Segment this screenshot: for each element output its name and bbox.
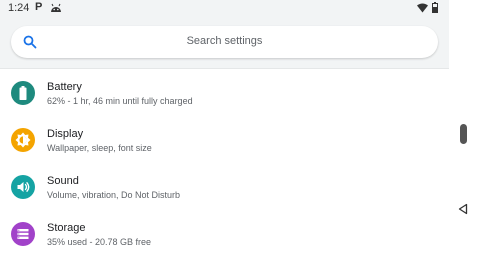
storage-icon <box>11 222 35 246</box>
item-subtitle: Volume, vibration, Do Not Disturb <box>47 190 181 200</box>
item-subtitle: Wallpaper, sleep, font size <box>47 143 152 153</box>
battery-full-icon <box>11 81 35 105</box>
android-icon <box>51 3 61 12</box>
status-time: 1:24 <box>8 2 30 14</box>
item-title: Sound <box>47 175 79 187</box>
settings-list: Battery 62% - 1 hr, 46 min until fully c… <box>0 68 449 270</box>
settings-screen: 1:24 P Search settings Battery 62% - 1 h… <box>0 0 449 270</box>
battery-icon <box>432 2 438 13</box>
status-bar: 1:24 P <box>0 0 449 16</box>
settings-item-display[interactable]: Display Wallpaper, sleep, font size <box>0 116 449 162</box>
search-bar[interactable]: Search settings <box>11 26 438 58</box>
item-subtitle: 35% used - 20.78 GB free <box>47 237 152 247</box>
item-title: Storage <box>47 222 86 234</box>
settings-item-storage[interactable]: Storage 35% used - 20.78 GB free <box>0 210 449 256</box>
settings-item-battery[interactable]: Battery 62% - 1 hr, 46 min until fully c… <box>0 69 449 115</box>
volume-icon <box>11 175 35 199</box>
back-icon[interactable] <box>458 203 468 215</box>
brightness-icon <box>11 128 35 152</box>
p-icon: P <box>35 1 43 13</box>
settings-item-sound[interactable]: Sound Volume, vibration, Do Not Disturb <box>0 163 449 209</box>
wifi-icon <box>417 3 428 13</box>
scrollbar-thumb[interactable] <box>460 124 467 144</box>
item-title: Display <box>47 128 84 140</box>
item-title: Battery <box>47 81 82 93</box>
search-placeholder: Search settings <box>186 35 263 47</box>
item-subtitle: 62% - 1 hr, 46 min until fully charged <box>47 96 193 106</box>
